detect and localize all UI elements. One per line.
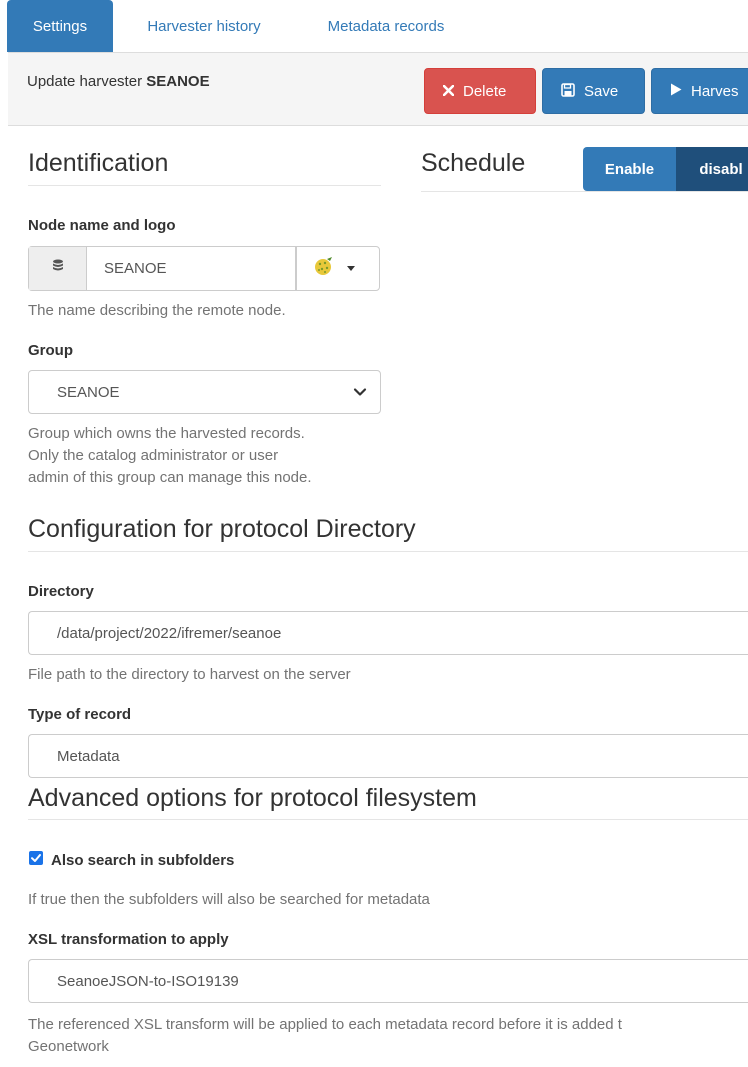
- schedule-divider: [421, 191, 748, 192]
- page-title-prefix: Update harvester: [27, 73, 143, 90]
- schedule-enable-toggle[interactable]: Enable: [583, 147, 676, 191]
- identification-divider: [28, 185, 381, 186]
- caret-down-icon: [347, 266, 355, 271]
- save-button-label: Save: [584, 82, 619, 100]
- save-button[interactable]: Save: [542, 68, 645, 114]
- group-help-line: Only the catalog administrator or user: [28, 447, 279, 464]
- group-select-value: SEANOE: [57, 383, 120, 401]
- harvest-button[interactable]: Harves: [651, 68, 748, 114]
- xsl-label: XSL transformation to apply: [28, 931, 229, 948]
- tab-harvester-history[interactable]: Harvester history: [119, 0, 289, 52]
- xsl-help: The referenced XSL transform will be app…: [28, 1014, 748, 1058]
- node-addon: [29, 247, 87, 290]
- schedule-disable-toggle[interactable]: disabl: [676, 147, 748, 191]
- subfolders-help: If true then the subfolders will also be…: [28, 891, 430, 908]
- node-name-label: Node name and logo: [28, 217, 176, 234]
- identification-title: Identification: [28, 149, 169, 177]
- delete-button[interactable]: Delete: [424, 68, 536, 114]
- node-name-input-group: SEANOE: [28, 246, 296, 291]
- chevron-down-icon: [352, 384, 368, 400]
- group-help: Group which owns the harvested records. …: [28, 423, 312, 489]
- xsl-help-line: Geonetwork: [28, 1038, 109, 1055]
- group-help-line: Group which owns the harvested records.: [28, 425, 305, 442]
- protocol-config-divider: [28, 551, 748, 552]
- group-label: Group: [28, 342, 73, 359]
- directory-label: Directory: [28, 583, 94, 600]
- group-help-line: admin of this group can manage this node…: [28, 469, 312, 486]
- advanced-options-title: Advanced options for protocol filesystem: [28, 784, 477, 812]
- xsl-help-line: The referenced XSL transform will be app…: [28, 1016, 622, 1033]
- directory-input[interactable]: /data/project/2022/ifremer/seanoe: [28, 611, 748, 655]
- times-icon: [442, 83, 455, 99]
- schedule-title: Schedule: [421, 149, 526, 177]
- protocol-config-title: Configuration for protocol Directory: [28, 515, 416, 543]
- harvester-header-bar: Update harvester SEANOE Delete Save Harv…: [8, 52, 748, 126]
- record-type-label: Type of record: [28, 706, 132, 723]
- delete-button-label: Delete: [463, 82, 507, 100]
- play-icon: [670, 83, 682, 99]
- record-type-select[interactable]: Metadata: [28, 734, 748, 778]
- harvest-button-label: Harves: [691, 82, 739, 100]
- logo-picker-button[interactable]: [296, 246, 380, 291]
- database-icon: [52, 259, 64, 278]
- page-title: Update harvester SEANOE: [27, 73, 210, 90]
- node-name-help: The name describing the remote node.: [28, 302, 286, 319]
- subfolders-label[interactable]: Also search in subfolders: [51, 852, 234, 869]
- xsl-input[interactable]: SeanoeJSON-to-ISO19139: [28, 959, 748, 1003]
- logo-thumbnail-icon: [313, 255, 335, 282]
- group-select[interactable]: SEANOE: [28, 370, 381, 414]
- floppy-icon: [561, 82, 575, 100]
- tab-metadata-records[interactable]: Metadata records: [298, 0, 474, 52]
- node-name-input[interactable]: SEANOE: [88, 247, 295, 290]
- directory-help: File path to the directory to harvest on…: [28, 666, 351, 683]
- harvester-name: SEANOE: [146, 73, 210, 90]
- tab-bar: Settings Harvester history Metadata reco…: [0, 0, 748, 52]
- checkbox-checked-icon: [29, 851, 43, 865]
- advanced-options-divider: [28, 819, 748, 820]
- tab-settings[interactable]: Settings: [7, 0, 113, 52]
- subfolders-checkbox[interactable]: [29, 851, 43, 865]
